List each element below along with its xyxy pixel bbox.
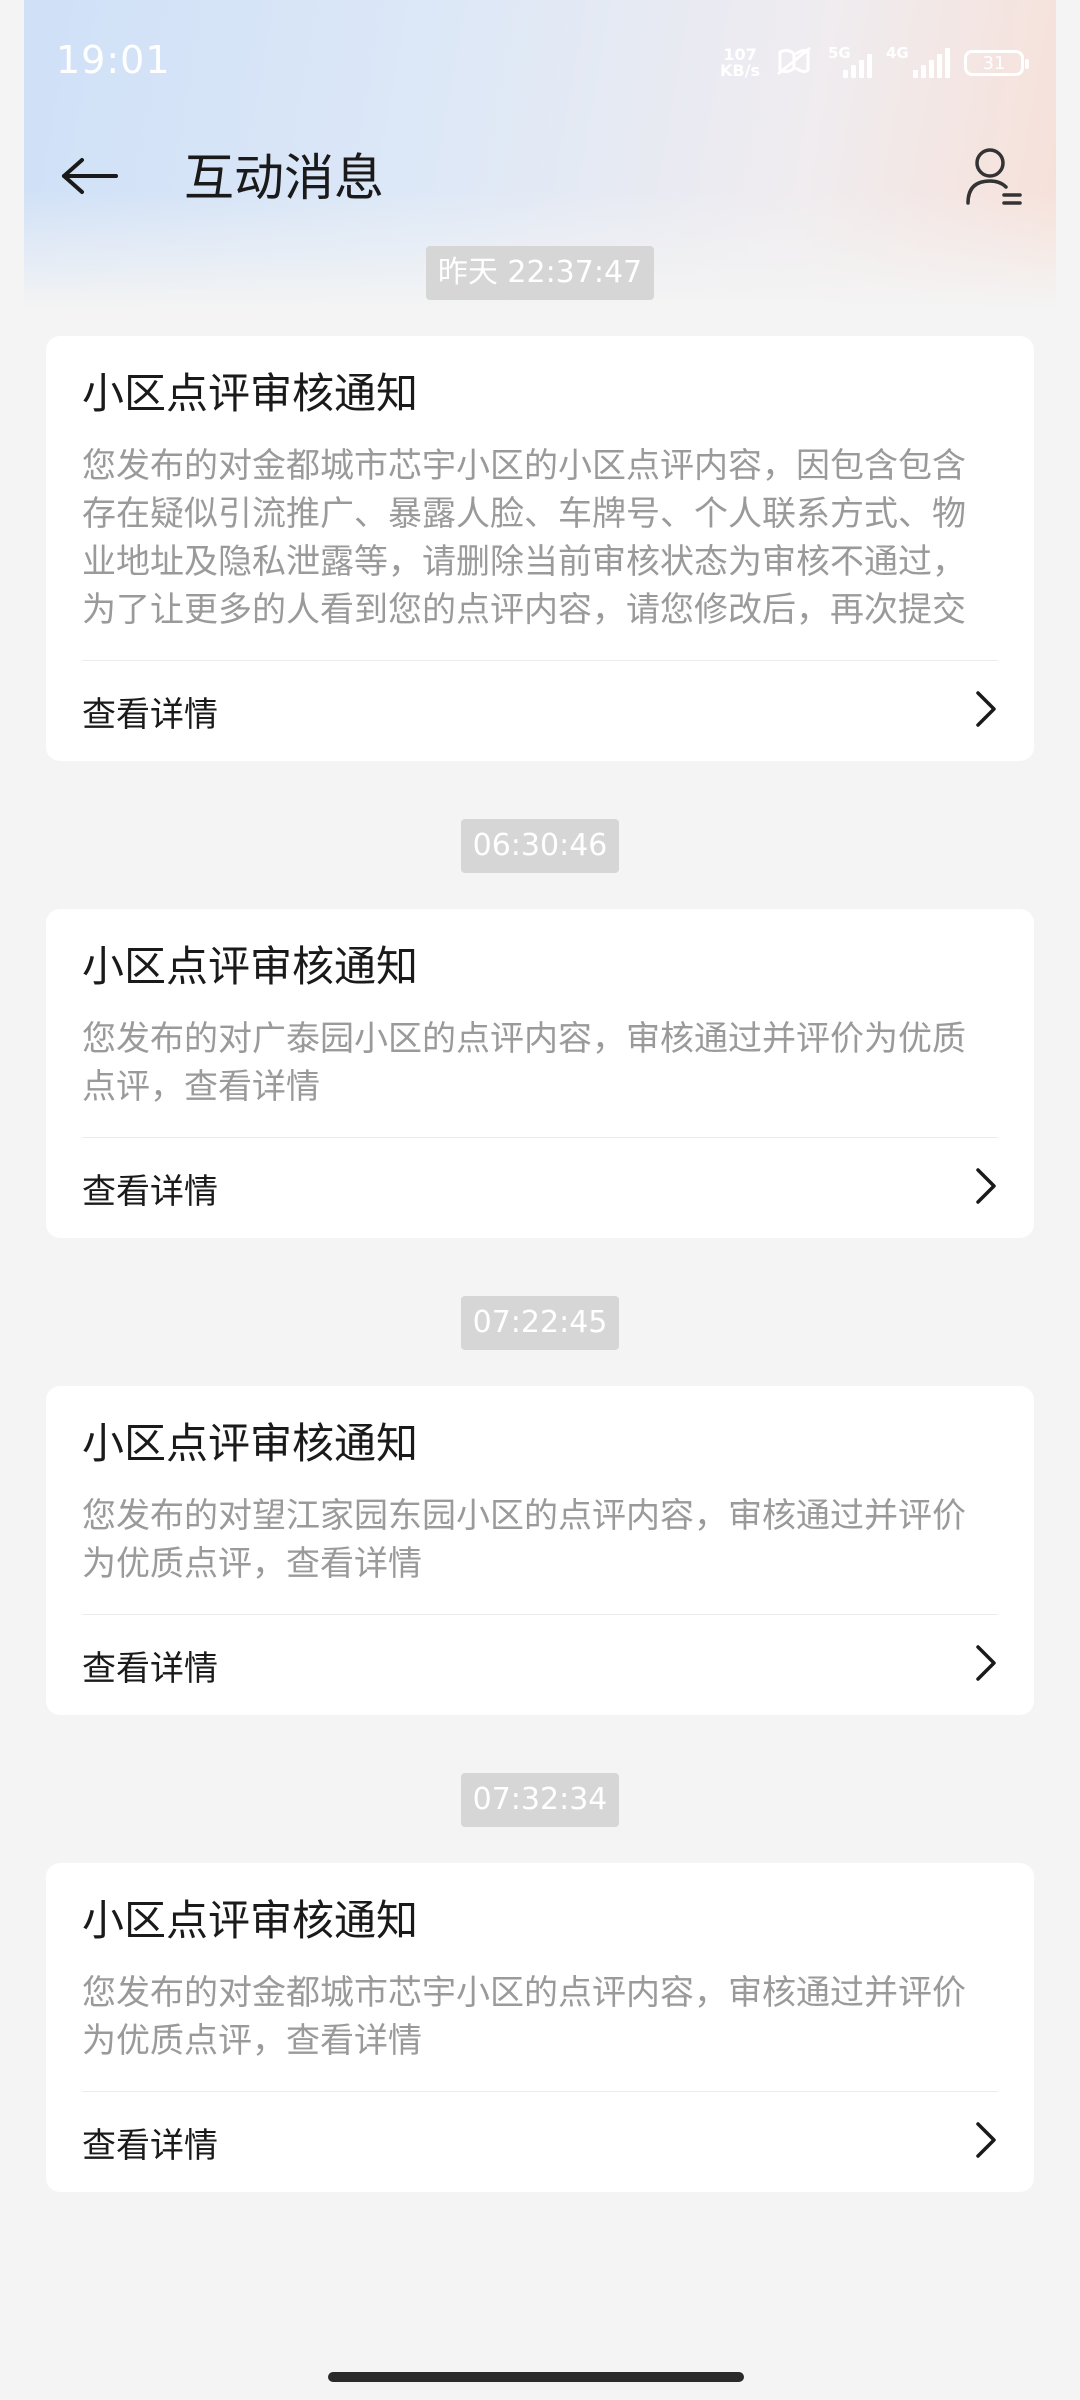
message-body: 您发布的对广泰园小区的点评内容，审核通过并评价为优质点评，查看详情 [82,1015,998,1138]
message-group: 昨天 22:37:47 小区点评审核通知 您发布的对金都城市芯宇小区的小区点评内… [0,246,1080,819]
message-group: 07:32:34 小区点评审核通知 您发布的对金都城市芯宇小区的点评内容，审核通… [0,1773,1080,2250]
home-indicator[interactable] [328,2372,744,2382]
message-title: 小区点评审核通知 [82,942,419,991]
message-body: 您发布的对望江家园东园小区的点评内容，审核通过并评价为优质点评，查看详情 [82,1492,998,1615]
back-button[interactable] [56,146,124,210]
network-speed: 107 KB/s [720,47,760,79]
message-timestamp: 06:30:46 [460,819,620,873]
profile-button[interactable] [960,144,1028,212]
chevron-right-icon [974,689,998,733]
app-bar: 互动消息 [0,128,1080,228]
message-timestamp: 昨天 22:37:47 [425,246,655,300]
status-time: 19:01 [56,38,171,82]
view-details-button[interactable]: 查看详情 [82,661,998,761]
network-speed-unit: KB/s [720,61,760,80]
chevron-right-icon [974,1643,998,1687]
signal-4g-icon: 4G [886,44,950,78]
view-details-label: 查看详情 [82,1648,218,1689]
message-group: 07:22:45 小区点评审核通知 您发布的对望江家园东园小区的点评内容，审核通… [0,1296,1080,1773]
signal-5g-label: 5G [828,44,851,62]
view-details-label: 查看详情 [82,694,218,735]
message-timestamp: 07:32:34 [460,1773,620,1827]
message-timestamp: 07:22:45 [460,1296,620,1350]
arrow-left-icon [60,156,120,200]
signal-4g-label: 4G [886,44,909,62]
message-card: 小区点评审核通知 您发布的对望江家园东园小区的点评内容，审核通过并评价为优质点评… [46,1386,1034,1715]
message-body: 您发布的对金都城市芯宇小区的小区点评内容，因包含包含存在疑似引流推广、暴露人脸、… [82,442,998,661]
status-bar: 19:01 107 KB/s 5G 4G 31 [0,0,1080,128]
message-title: 小区点评审核通知 [82,369,419,418]
view-details-button[interactable]: 查看详情 [82,2092,998,2192]
view-details-label: 查看详情 [82,2125,218,2166]
message-card: 小区点评审核通知 您发布的对广泰园小区的点评内容，审核通过并评价为优质点评，查看… [46,909,1034,1238]
view-details-label: 查看详情 [82,1171,218,1212]
message-body: 您发布的对金都城市芯宇小区的点评内容，审核通过并评价为优质点评，查看详情 [82,1969,998,2092]
view-details-button[interactable]: 查看详情 [82,1138,998,1238]
screen: 19:01 107 KB/s 5G 4G 31 互动消息 昨天 22:37:47… [0,0,1080,2400]
message-list: 昨天 22:37:47 小区点评审核通知 您发布的对金都城市芯宇小区的小区点评内… [0,246,1080,2250]
message-group: 06:30:46 小区点评审核通知 您发布的对广泰园小区的点评内容，审核通过并评… [0,819,1080,1296]
mute-icon [774,44,814,82]
message-title: 小区点评审核通知 [82,1419,419,1468]
signal-5g-icon: 5G [828,44,872,78]
message-title: 小区点评审核通知 [82,1896,419,1945]
message-card: 小区点评审核通知 您发布的对金都城市芯宇小区的点评内容，审核通过并评价为优质点评… [46,1863,1034,2192]
page-title: 互动消息 [184,149,384,207]
message-card: 小区点评审核通知 您发布的对金都城市芯宇小区的小区点评内容，因包含包含存在疑似引… [46,336,1034,761]
battery-level: 31 [982,52,1006,74]
view-details-button[interactable]: 查看详情 [82,1615,998,1715]
status-icons: 107 KB/s 5G 4G 31 [720,44,1029,82]
chevron-right-icon [974,1166,998,1210]
chevron-right-icon [974,2120,998,2164]
user-list-icon [964,145,1024,211]
battery-icon: 31 [964,50,1029,76]
